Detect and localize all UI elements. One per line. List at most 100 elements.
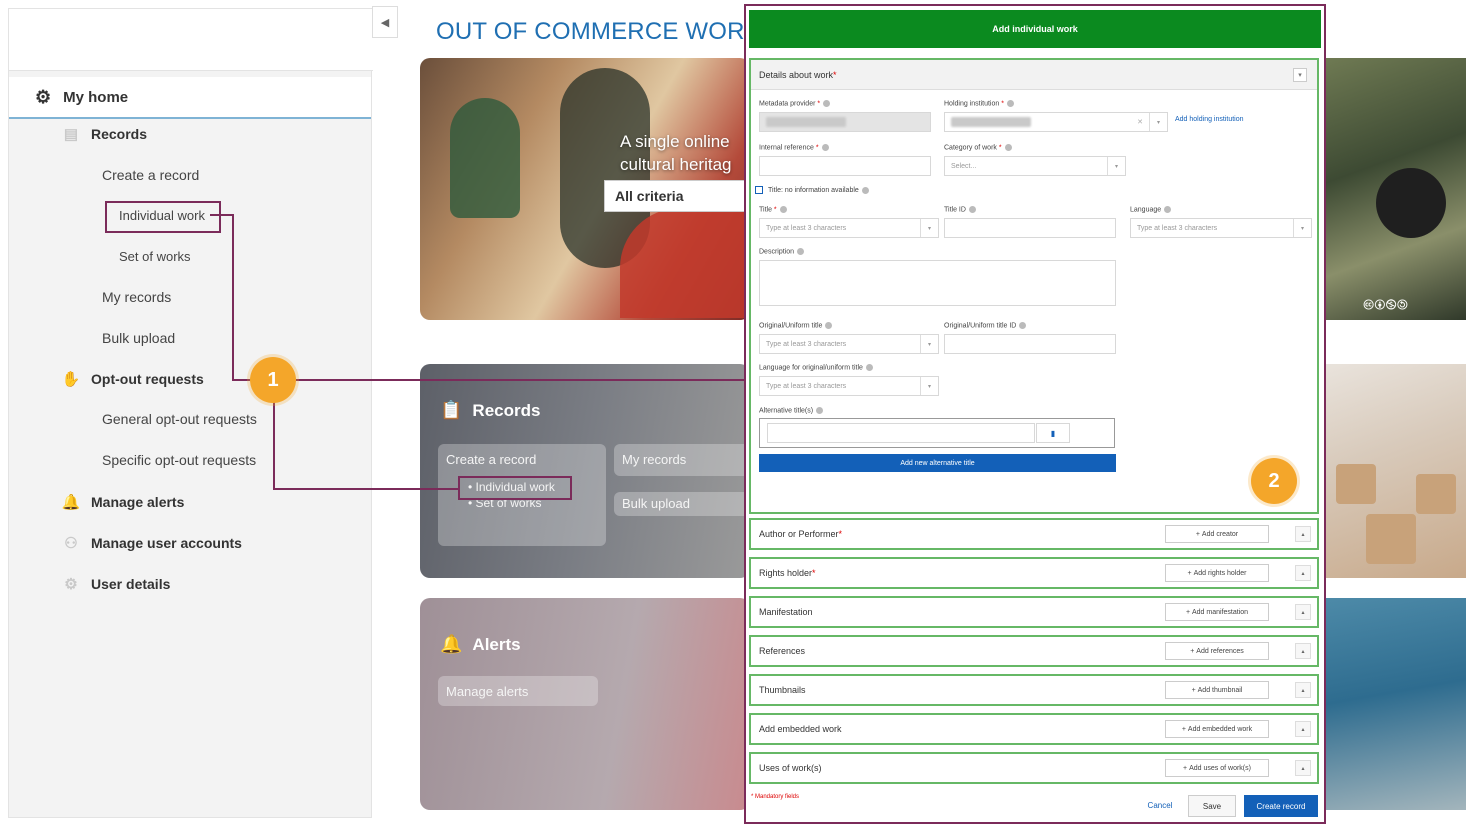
alternative-titles-label: Alternative title(s) (759, 407, 824, 414)
sidebar-item-manage-alerts[interactable]: 🔔 Manage alerts (61, 493, 185, 511)
add-uses-of-works-button[interactable]: + Add uses of work(s) (1165, 759, 1269, 777)
chevron-up-icon[interactable]: ▴ (1295, 721, 1311, 737)
sidebar-item-label: User details (91, 576, 171, 592)
description-field[interactable] (759, 260, 1116, 306)
alternative-title-field[interactable] (767, 423, 1035, 443)
language-original-field[interactable]: Type at least 3 characters ▾ (759, 376, 939, 396)
records-card-image (1326, 364, 1466, 578)
sidebar-item-set-of-works[interactable]: Set of works (119, 249, 191, 264)
add-holding-institution-link[interactable]: Add holding institution (1175, 116, 1244, 123)
hero-caption-line: cultural heritag (620, 155, 732, 174)
alternative-titles-box: ▮ (759, 418, 1115, 448)
details-section: Details about work * ▾ Metadata provider … (749, 58, 1319, 514)
info-icon (1164, 206, 1172, 213)
bulk-upload-tile[interactable]: Bulk upload (614, 492, 754, 516)
sidebar-item-manage-users[interactable]: ⚇ Manage user accounts (61, 534, 242, 552)
cancel-button[interactable]: Cancel (1142, 796, 1178, 814)
chevron-left-icon: ◀ (380, 16, 390, 29)
records-card-title: 📋 Records (440, 400, 540, 421)
info-icon (825, 322, 833, 329)
no-title-checkbox[interactable]: Title: no information available (755, 186, 869, 194)
sidebar-item-label: Manage alerts (91, 494, 185, 510)
save-button[interactable]: Save (1188, 795, 1236, 817)
connector-line (232, 214, 234, 380)
original-title-id-label: Original/Uniform title ID (944, 322, 1027, 329)
title-id-field[interactable] (944, 218, 1116, 238)
sidebar-item-optout[interactable]: ✋ Opt-out requests (61, 370, 204, 388)
add-thumbnail-button[interactable]: + Add thumbnail (1165, 681, 1269, 699)
chevron-up-icon[interactable]: ▴ (1295, 643, 1311, 659)
section-uses-of-works[interactable]: Uses of work(s) + Add uses of work(s) ▴ (749, 752, 1319, 784)
trash-icon[interactable]: ▮ (1036, 423, 1070, 443)
highlight-box (458, 476, 572, 500)
original-title-field[interactable]: Type at least 3 characters ▾ (759, 334, 939, 354)
add-references-button[interactable]: + Add references (1165, 642, 1269, 660)
section-references[interactable]: References + Add references ▴ (749, 635, 1319, 667)
sidebar-item-records[interactable]: ▤ Records (61, 125, 147, 143)
add-individual-work-modal: Add individual work Details about work * … (744, 4, 1326, 824)
internal-reference-field[interactable] (759, 156, 931, 176)
chevron-down-icon: ▾ (920, 377, 938, 395)
clipboard-icon: 📋 (440, 400, 463, 420)
clear-icon[interactable]: ✕ (1137, 118, 1143, 126)
sidebar-item-create-record[interactable]: Create a record (102, 167, 199, 183)
create-record-button[interactable]: Create record (1244, 795, 1318, 817)
holding-institution-field[interactable]: ✕ ▾ (944, 112, 1168, 132)
sidebar-item-specific-optout[interactable]: Specific opt-out requests (102, 452, 256, 468)
hero-caption-line: A single online (620, 132, 730, 151)
sidebar-item-my-home[interactable]: ⚙ My home (9, 77, 371, 119)
section-manifestation[interactable]: Manifestation + Add manifestation ▴ (749, 596, 1319, 628)
add-alternative-title-button[interactable]: Add new alternative title (759, 454, 1116, 472)
original-title-id-field[interactable] (944, 334, 1116, 354)
language-field[interactable]: Type at least 3 characters ▾ (1130, 218, 1312, 238)
chevron-up-icon[interactable]: ▴ (1295, 682, 1311, 698)
chevron-down-icon[interactable]: ▾ (1293, 68, 1307, 82)
add-creator-button[interactable]: + Add creator (1165, 525, 1269, 543)
connector-line (296, 379, 746, 381)
chevron-down-icon: ▾ (1293, 219, 1311, 237)
sidebar-item-label: Opt-out requests (91, 371, 204, 387)
add-manifestation-button[interactable]: + Add manifestation (1165, 603, 1269, 621)
metadata-provider-field[interactable] (759, 112, 931, 132)
chevron-up-icon[interactable]: ▴ (1295, 760, 1311, 776)
info-icon (1006, 100, 1014, 107)
chevron-down-icon: ▾ (920, 335, 938, 353)
chevron-up-icon[interactable]: ▴ (1295, 526, 1311, 542)
add-embedded-work-button[interactable]: + Add embedded work (1165, 720, 1269, 738)
collapse-sidebar-button[interactable]: ◀ (372, 6, 398, 38)
bell-icon: 🔔 (440, 634, 463, 654)
section-author[interactable]: Author or Performer * + Add creator ▴ (749, 518, 1319, 550)
info-icon (823, 100, 831, 107)
checkbox-icon[interactable] (755, 186, 763, 194)
page-title: OUT OF COMMERCE WORKS (436, 18, 778, 45)
add-rights-holder-button[interactable]: + Add rights holder (1165, 564, 1269, 582)
hand-icon: ✋ (61, 371, 81, 388)
sidebar-item-user-details[interactable]: ⚙ User details (61, 575, 170, 593)
section-rights-holder[interactable]: Rights holder * + Add rights holder ▴ (749, 557, 1319, 589)
search-criteria-dropdown[interactable]: All criteria (604, 180, 750, 212)
manage-alerts-tile[interactable]: Manage alerts (438, 676, 598, 706)
sidebar-item-general-optout[interactable]: General opt-out requests (102, 411, 257, 427)
info-icon (1004, 144, 1012, 151)
title-field[interactable]: Type at least 3 characters ▾ (759, 218, 939, 238)
chevron-down-icon: ▾ (920, 219, 938, 237)
internal-reference-label: Internal reference * (759, 144, 829, 151)
step-badge-1: 1 (250, 357, 296, 403)
category-select[interactable]: Select... ▾ (944, 156, 1126, 176)
section-embedded-work[interactable]: Add embedded work + Add embedded work ▴ (749, 713, 1319, 745)
section-thumbnails[interactable]: Thumbnails + Add thumbnail ▴ (749, 674, 1319, 706)
connector-line (273, 402, 275, 490)
info-icon (779, 206, 787, 213)
mandatory-fields-note: * Mandatory fields (751, 794, 800, 800)
title-id-label: Title ID (944, 206, 976, 213)
create-record-link[interactable]: Create a record (446, 452, 598, 467)
sidebar-item-bulk-upload[interactable]: Bulk upload (102, 330, 175, 346)
sidebar-item-my-records[interactable]: My records (102, 289, 171, 305)
chevron-up-icon[interactable]: ▴ (1295, 604, 1311, 620)
my-records-tile[interactable]: My records (614, 444, 754, 476)
chevron-down-icon[interactable]: ▾ (1149, 113, 1167, 131)
details-section-header[interactable]: Details about work * ▾ (751, 60, 1317, 90)
users-icon: ⚇ (64, 535, 78, 552)
connector-line (210, 214, 234, 216)
chevron-up-icon[interactable]: ▴ (1295, 565, 1311, 581)
